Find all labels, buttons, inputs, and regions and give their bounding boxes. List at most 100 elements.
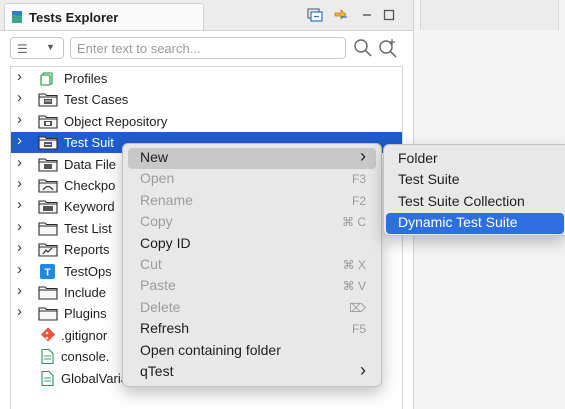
menu-item-copy[interactable]: Copy ⌘ C: [128, 212, 376, 233]
tree-item-label: Plugins: [64, 306, 107, 322]
tree-item[interactable]: › Object Repository: [11, 111, 402, 132]
tree-item[interactable]: › Test Cases: [11, 89, 402, 110]
submenu-item-label: Folder: [398, 150, 438, 166]
folder-testcase-icon: [38, 92, 58, 107]
submenu-item-dynamic-test-suite[interactable]: Dynamic Test Suite: [386, 213, 564, 235]
chevron-right-icon[interactable]: ›: [17, 132, 22, 149]
menu-item-refresh[interactable]: Refresh F5: [128, 319, 376, 340]
folder-icon: [38, 221, 58, 236]
tree-item-label: TestOps: [64, 263, 112, 279]
menu-shortcut: ⌘ C: [342, 215, 366, 230]
chevron-right-icon[interactable]: ›: [17, 239, 22, 256]
menu-item-rename[interactable]: Rename F2: [128, 191, 376, 212]
menu-shortcut: F5: [351, 322, 366, 337]
chevron-right-icon[interactable]: ›: [17, 282, 22, 299]
menu-shortcut: F3: [351, 172, 366, 187]
tree-item[interactable]: › Profiles: [11, 68, 402, 89]
tree-item-label: Reports: [64, 242, 110, 258]
menu-item-label: New: [140, 149, 169, 165]
chevron-right-icon[interactable]: ›: [17, 196, 22, 213]
new-submenu: Folder Test Suite Test Suite Collection Dyn…: [383, 144, 565, 236]
submenu-arrow-icon: ›: [360, 146, 366, 166]
folder-suite-icon: [38, 135, 58, 150]
tree-item-label: .gitignor: [61, 327, 108, 343]
tree-item-label: Data File: [64, 156, 117, 172]
menu-item-open[interactable]: Open F3: [128, 169, 376, 190]
menu-shortcut: ⌦: [349, 300, 366, 315]
chevron-right-icon[interactable]: ›: [17, 111, 22, 128]
chevron-right-icon[interactable]: ›: [17, 154, 22, 171]
collapse-all-icon[interactable]: [306, 6, 324, 24]
folder-object-icon: [38, 114, 58, 129]
filter-dropdown[interactable]: ☰ ▼: [10, 37, 64, 59]
tree-item-label: Test Cases: [64, 92, 129, 108]
chevron-right-icon[interactable]: ›: [17, 89, 22, 106]
minimize-icon[interactable]: [358, 6, 376, 24]
filter-list-icon: ☰: [17, 42, 28, 56]
advanced-search-icon[interactable]: [378, 38, 398, 58]
menu-item-new[interactable]: New ›: [128, 146, 376, 169]
tab-title: Tests Explorer: [29, 10, 119, 25]
folder-checkpoint-icon: [38, 178, 58, 193]
submenu-item-folder[interactable]: Folder: [386, 149, 564, 170]
menu-item-label: Paste: [140, 277, 176, 294]
tree-item-label: Test Suit: [64, 135, 114, 151]
menu-shortcut: F2: [351, 193, 366, 208]
folder-keyword-icon: [38, 199, 58, 214]
tree-item-label: Object Repository: [64, 113, 168, 129]
editor-tab-strip: [420, 0, 559, 30]
testops-icon: T: [38, 263, 58, 279]
menu-shortcut: ⌘ V: [342, 279, 366, 294]
tree-item-label: console.: [61, 349, 110, 365]
menu-item-paste[interactable]: Paste ⌘ V: [128, 276, 376, 297]
tree-item-label: Checkpo: [64, 178, 116, 193]
git-icon: [38, 327, 58, 343]
tab-tests-explorer[interactable]: Tests Explorer: [4, 3, 204, 30]
tab-bar: Tests Explorer: [0, 0, 413, 31]
menu-item-label: Rename: [140, 191, 193, 208]
menu-item-copy-id[interactable]: Copy ID: [128, 234, 376, 255]
folder-reports-icon: [38, 242, 58, 257]
menu-item-open-containing-folder[interactable]: Open containing folder: [128, 341, 376, 362]
submenu-item-test-suite-collection[interactable]: Test Suite Collection: [386, 192, 564, 213]
folder-data-icon: [38, 157, 58, 172]
tree-item-label: Keyword: [64, 199, 115, 215]
chevron-down-icon: ▼: [46, 42, 55, 52]
file-icon: [38, 370, 58, 386]
menu-item-label: Open containing folder: [140, 341, 281, 358]
submenu-item-label: Test Suite: [398, 171, 460, 188]
menu-item-cut[interactable]: Cut ⌘ X: [128, 255, 376, 276]
chevron-right-icon[interactable]: ›: [17, 303, 22, 320]
menu-item-delete[interactable]: Delete ⌦: [128, 298, 376, 319]
search-row: ☰ ▼: [10, 37, 405, 61]
search-icon[interactable]: [353, 38, 373, 58]
chevron-right-icon[interactable]: ›: [17, 218, 22, 235]
chevron-right-icon[interactable]: ›: [17, 68, 22, 85]
chevron-right-icon[interactable]: ›: [17, 175, 22, 192]
menu-item-label: qTest: [140, 363, 174, 379]
submenu-item-label: Dynamic Test Suite: [398, 214, 518, 231]
tree-item-label: Test List: [64, 220, 112, 236]
menu-item-label: Copy: [140, 213, 173, 230]
folder-icon: [38, 306, 58, 321]
explorer-icon: [12, 11, 22, 23]
chevron-right-icon[interactable]: ›: [17, 261, 22, 278]
link-editor-icon[interactable]: [332, 6, 350, 24]
tree-item-label: Profiles: [64, 71, 108, 86]
menu-item-label: Delete: [140, 298, 181, 315]
submenu-item-label: Test Suite Collection: [398, 192, 525, 209]
context-menu: New › Open F3 Rename F2 Copy ⌘ C Copy ID Cut ⌘ X Pa…: [122, 143, 382, 387]
view-toolbar: [306, 6, 406, 24]
submenu-item-test-suite[interactable]: Test Suite: [386, 170, 564, 191]
file-icon: [38, 349, 58, 365]
search-input[interactable]: [70, 37, 346, 59]
profile-icon: [38, 71, 58, 86]
menu-item-label: Cut: [140, 256, 162, 272]
menu-item-label: Refresh: [140, 320, 190, 337]
submenu-arrow-icon: ›: [360, 360, 366, 380]
menu-shortcut: ⌘ X: [342, 258, 366, 272]
maximize-icon[interactable]: [380, 6, 398, 24]
menu-item-qtest[interactable]: qTest ›: [128, 360, 376, 383]
svg-text:T: T: [44, 267, 50, 278]
tree-item-label: Include: [64, 285, 106, 300]
